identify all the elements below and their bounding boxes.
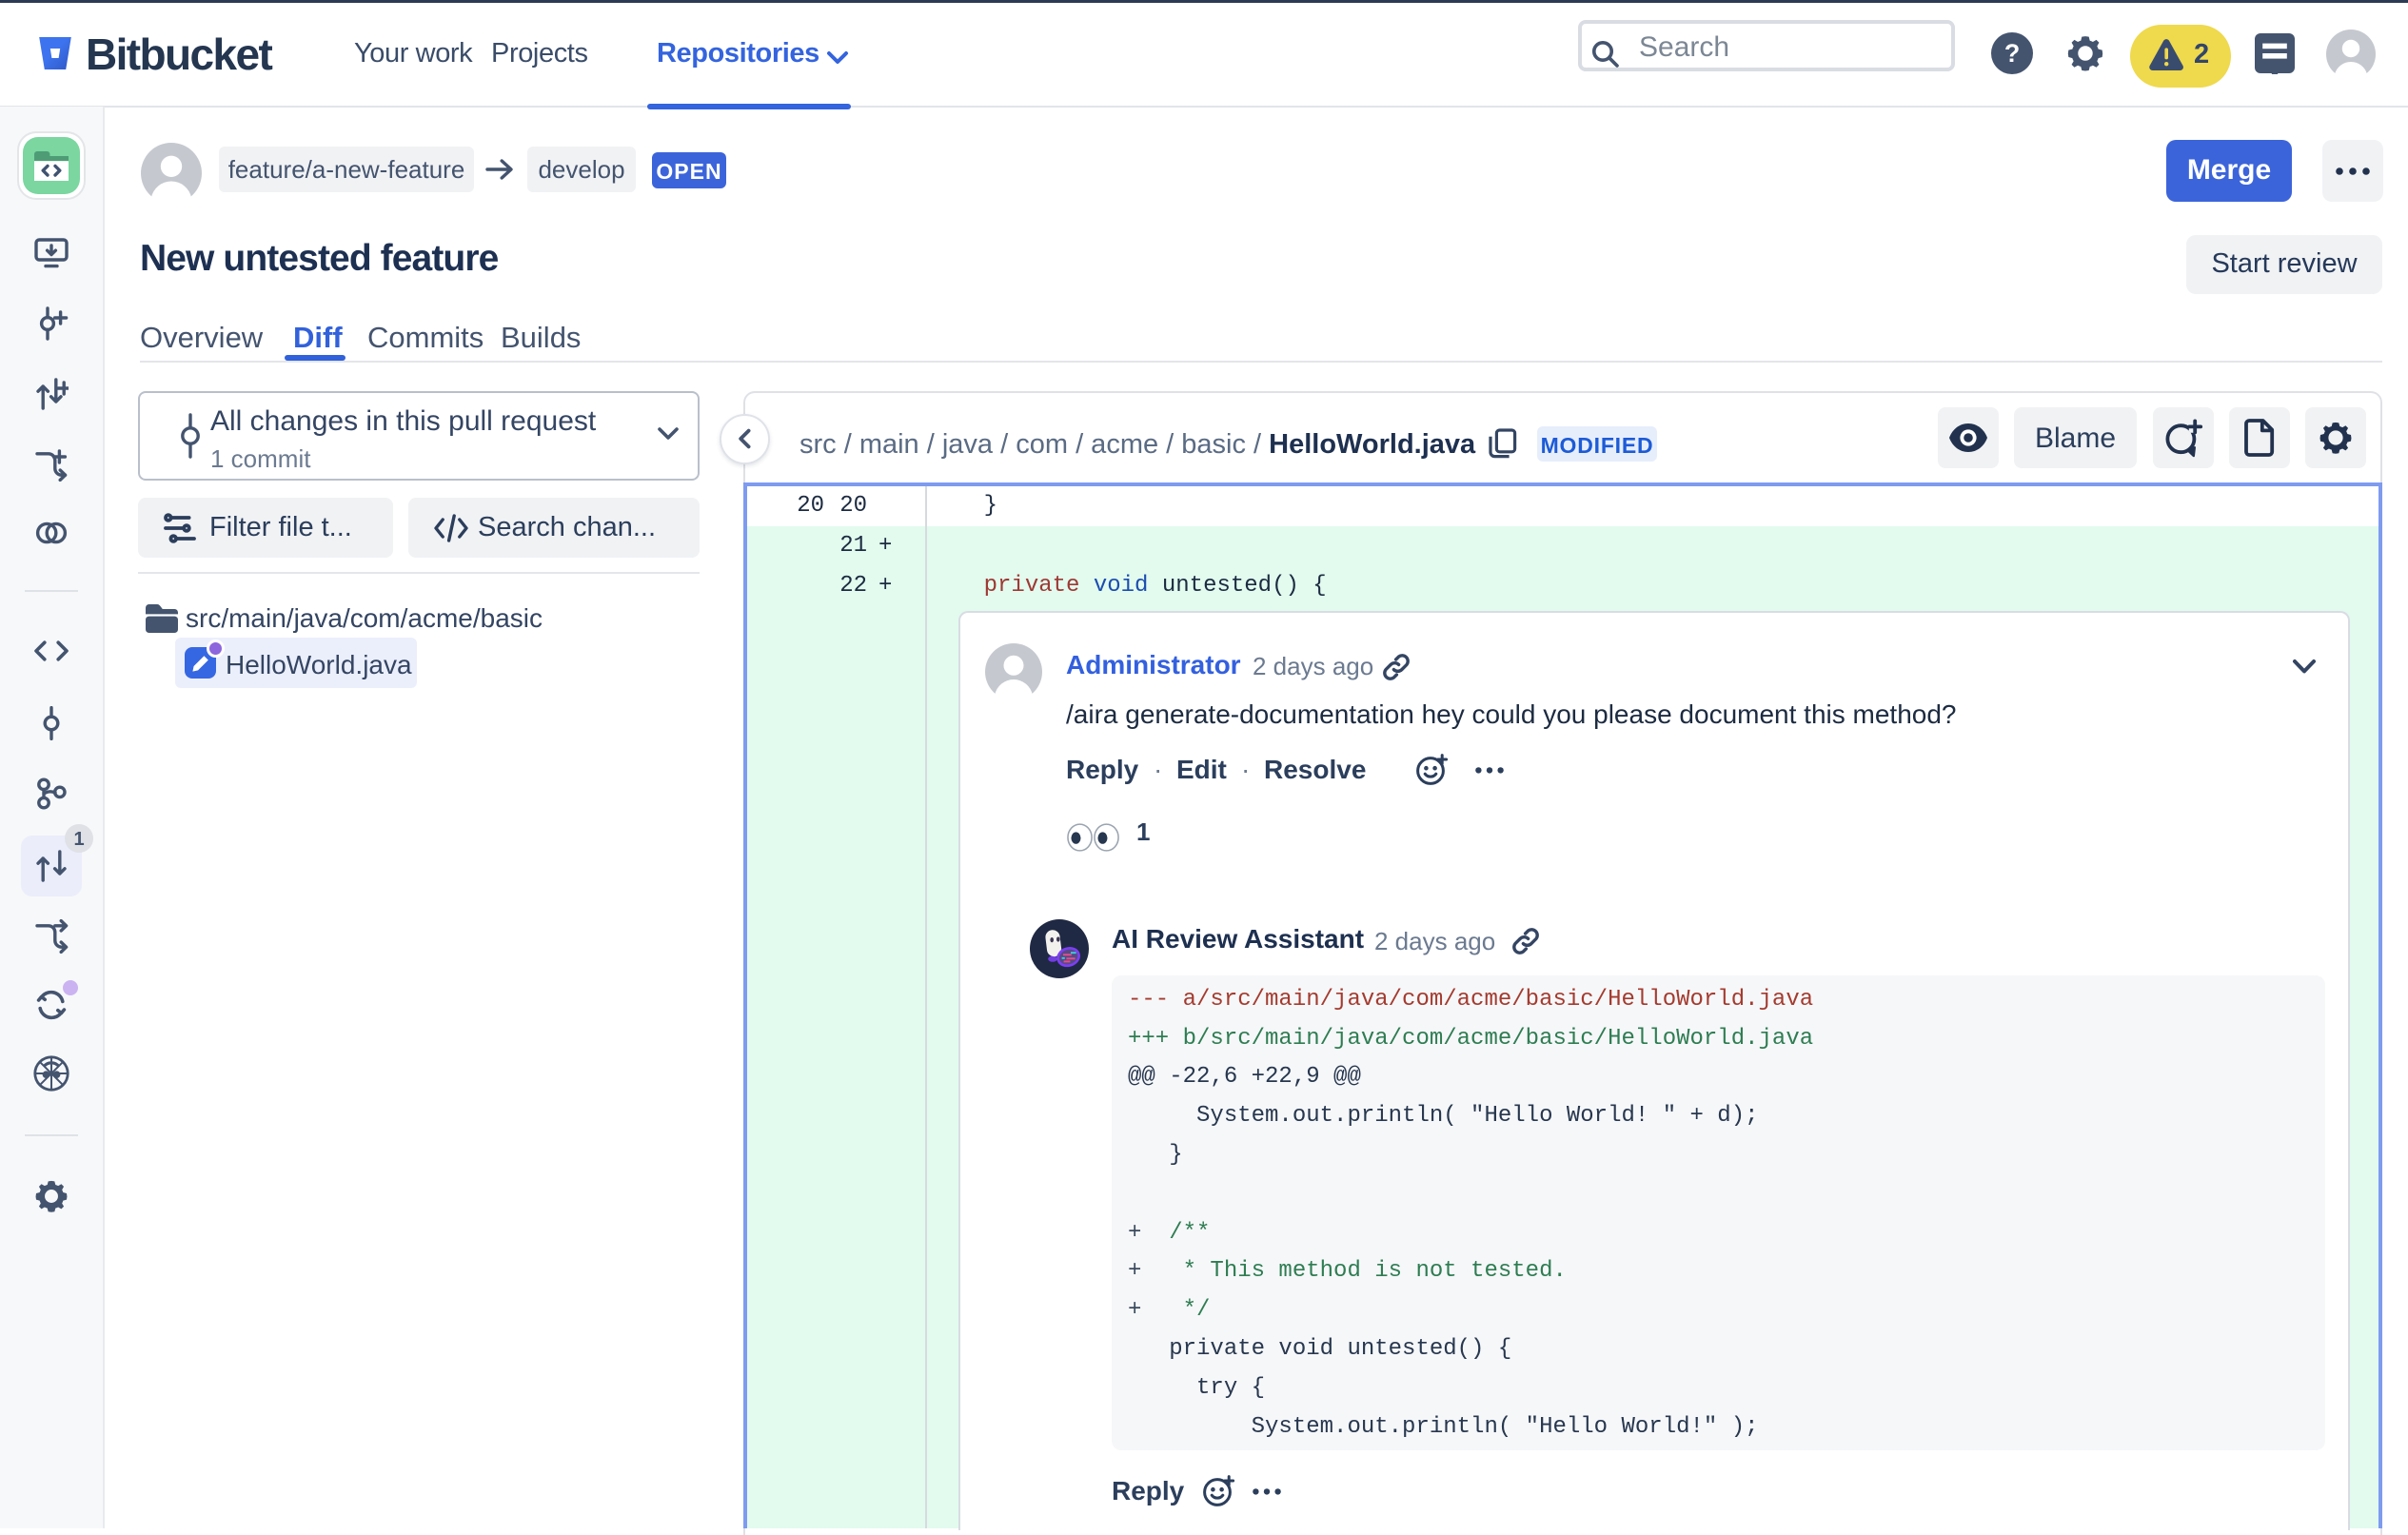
svg-text:?: ? [2004, 39, 2020, 68]
